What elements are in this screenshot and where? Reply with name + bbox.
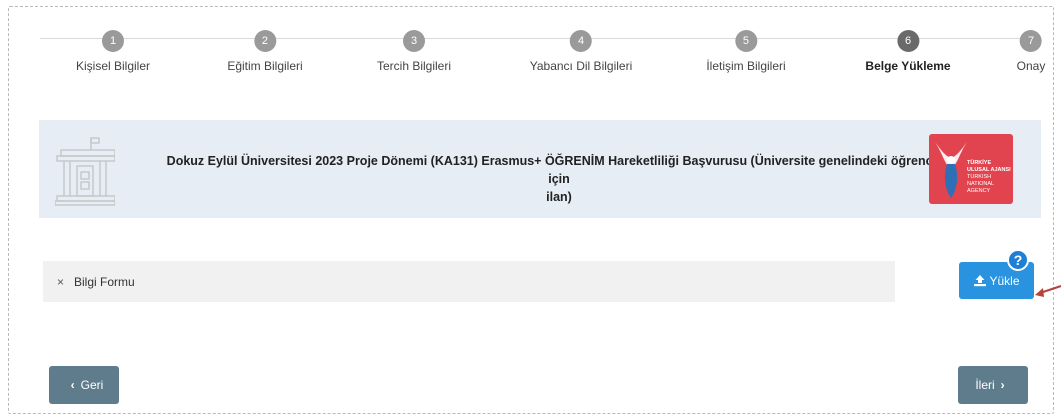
next-button[interactable]: İleri › [958,366,1028,404]
step-preference-info[interactable]: 3 Tercih Bilgileri [377,30,451,73]
chevron-left-icon: ‹ [70,378,75,392]
logo-text-tr: TÜRKİYE ULUSAL AJANSI [967,160,1011,173]
building-icon [55,137,115,206]
program-title-line2: ilan) [546,190,572,204]
wizard-stepper: 1 Kişisel Bilgiler 2 Eğitim Bilgileri 3 … [0,0,1061,90]
step-number: 6 [897,30,919,52]
step-label: Kişisel Bilgiler [75,59,151,73]
program-title: Dokuz Eylül Üniversitesi 2023 Proje Döne… [159,152,959,206]
document-name: Bilgi Formu [74,274,135,289]
back-button-label: Geri [80,378,104,392]
step-label: İletişim Bilgileri [706,59,786,73]
step-document-upload[interactable]: 6 Belge Yükleme [865,30,951,73]
step-confirmation[interactable]: 7 Onay [1016,30,1046,73]
next-button-label: İleri [975,378,995,392]
logo-text-en: TURKISH NATIONAL AGENCY [967,174,994,194]
step-language-info[interactable]: 4 Yabancı Dil Bilgileri [529,30,633,73]
step-number: 1 [102,30,124,52]
upload-icon [974,275,987,287]
step-number: 3 [403,30,425,52]
step-label: Belge Yükleme [865,59,951,73]
step-label: Eğitim Bilgileri [227,59,303,73]
step-number: 7 [1020,30,1042,52]
step-number: 5 [734,30,757,52]
annotation-arrow-icon [1035,284,1061,297]
program-title-line1: Dokuz Eylül Üniversitesi 2023 Proje Döne… [166,154,952,186]
step-number: 2 [253,30,276,52]
step-label: Tercih Bilgileri [376,59,452,73]
step-label: Yabancı Dil Bilgileri [529,59,633,73]
national-agency-logo: TÜRKİYE ULUSAL AJANSI TURKISH NATIONAL A… [929,134,1013,204]
step-label: Onay [1016,59,1046,73]
upload-button-label: Yükle [989,273,1020,288]
document-row: × Bilgi Formu [43,261,895,302]
step-personal-info[interactable]: 1 Kişisel Bilgiler [76,30,150,73]
announcement-panel: Dokuz Eylül Üniversitesi 2023 Proje Döne… [39,120,1041,218]
x-icon: × [57,274,65,289]
step-number: 4 [570,30,592,52]
help-icon[interactable]: ? [1007,249,1029,271]
step-contact-info[interactable]: 5 İletişim Bilgileri [706,30,786,73]
chevron-right-icon: › [1000,378,1005,392]
step-education-info[interactable]: 2 Eğitim Bilgileri [227,30,303,73]
back-button[interactable]: ‹ Geri [49,366,119,404]
